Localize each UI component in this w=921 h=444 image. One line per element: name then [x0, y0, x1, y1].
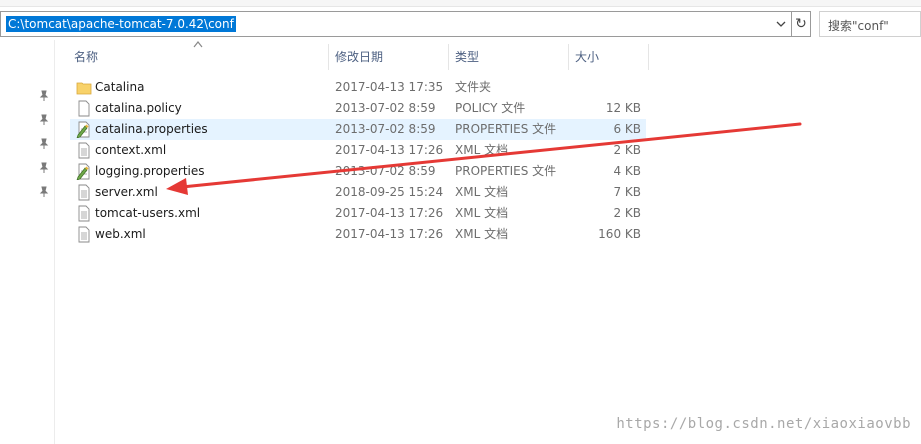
folder-icon — [76, 79, 92, 96]
refresh-button[interactable]: ↻ — [791, 11, 811, 37]
column-header-type[interactable]: 类型 — [451, 44, 568, 70]
xml-file-icon — [76, 184, 92, 201]
address-bar[interactable]: C:\tomcat\apache-tomcat-7.0.42\conf — [0, 11, 793, 37]
file-date: 2013-07-02 8:59 — [335, 101, 436, 115]
file-row[interactable]: context.xml 2017-04-13 17:26 XML 文档 2 KB — [70, 140, 646, 161]
xml-file-icon — [76, 205, 92, 222]
file-row[interactable]: web.xml 2017-04-13 17:26 XML 文档 160 KB — [70, 224, 646, 245]
pin-icon[interactable] — [38, 162, 50, 174]
file-size: 6 KB — [613, 122, 641, 136]
file-type: PROPERTIES 文件 — [455, 164, 557, 178]
chevron-down-icon[interactable] — [774, 17, 788, 31]
pin-icon[interactable] — [38, 186, 50, 198]
file-name: server.xml — [95, 185, 158, 199]
file-name: Catalina — [95, 80, 145, 94]
file-type: 文件夹 — [455, 80, 492, 94]
column-header-name[interactable]: 名称 — [70, 44, 328, 70]
column-header-date[interactable]: 修改日期 — [331, 44, 448, 70]
file-size: 12 KB — [605, 101, 641, 115]
file-type: PROPERTIES 文件 — [455, 122, 557, 136]
file-date: 2017-04-13 17:26 — [335, 143, 444, 157]
column-header-size[interactable]: 大小 — [571, 44, 648, 70]
file-row[interactable]: Catalina 2017-04-13 17:35 文件夹 — [70, 77, 646, 98]
address-path[interactable]: C:\tomcat\apache-tomcat-7.0.42\conf — [6, 16, 236, 32]
pin-icon[interactable] — [38, 114, 50, 126]
file-size: 2 KB — [613, 143, 641, 157]
file-date: 2017-04-13 17:35 — [335, 80, 444, 94]
file-date: 2018-09-25 15:24 — [335, 185, 444, 199]
file-row[interactable]: tomcat-users.xml 2017-04-13 17:26 XML 文档 2 … — [70, 203, 646, 224]
file-name: catalina.policy — [95, 101, 182, 115]
file-row[interactable]: logging.properties 2013-07-02 8:59 PROPERT… — [70, 161, 646, 182]
file-type: XML 文档 — [455, 143, 509, 157]
xml-file-icon — [76, 226, 92, 243]
column-divider[interactable] — [568, 44, 569, 70]
file-name: web.xml — [95, 227, 146, 241]
ribbon-strip — [0, 0, 921, 7]
file-icon — [76, 100, 92, 117]
column-divider[interactable] — [448, 44, 449, 70]
file-type: XML 文档 — [455, 206, 509, 220]
xml-file-icon — [76, 142, 92, 159]
file-name: context.xml — [95, 143, 167, 157]
watermark: https://blog.csdn.net/xiaoxiaovbb — [616, 416, 911, 432]
file-row[interactable]: server.xml 2018-09-25 15:24 XML 文档 7 KB — [70, 182, 646, 203]
file-size: 7 KB — [613, 185, 641, 199]
file-type: XML 文档 — [455, 185, 509, 199]
file-date: 2013-07-02 8:59 — [335, 122, 436, 136]
pin-icon[interactable] — [38, 90, 50, 102]
column-divider[interactable] — [328, 44, 329, 70]
file-date: 2017-04-13 17:26 — [335, 206, 444, 220]
navigation-pane — [0, 40, 55, 444]
file-size: 2 KB — [613, 206, 641, 220]
file-row[interactable]: catalina.policy 2013-07-02 8:59 POLICY 文件 1… — [70, 98, 646, 119]
file-date: 2017-04-13 17:26 — [335, 227, 444, 241]
file-name: tomcat-users.xml — [95, 206, 201, 220]
refresh-icon: ↻ — [795, 16, 807, 32]
file-name: catalina.properties — [95, 122, 208, 136]
file-size: 160 KB — [598, 227, 641, 241]
file-size: 4 KB — [613, 164, 641, 178]
pin-icon[interactable] — [38, 138, 50, 150]
column-divider[interactable] — [648, 44, 649, 70]
search-input[interactable]: 搜索"conf" — [819, 11, 921, 37]
file-type: XML 文档 — [455, 227, 509, 241]
search-placeholder: 搜索"conf" — [828, 19, 889, 33]
file-date: 2013-07-02 8:59 — [335, 164, 436, 178]
properties-file-icon — [76, 121, 92, 139]
file-name: logging.properties — [95, 164, 205, 178]
file-row[interactable]: catalina.properties 2013-07-02 8:59 PROPER… — [70, 119, 646, 140]
properties-file-icon — [76, 163, 92, 181]
file-type: POLICY 文件 — [455, 101, 526, 115]
